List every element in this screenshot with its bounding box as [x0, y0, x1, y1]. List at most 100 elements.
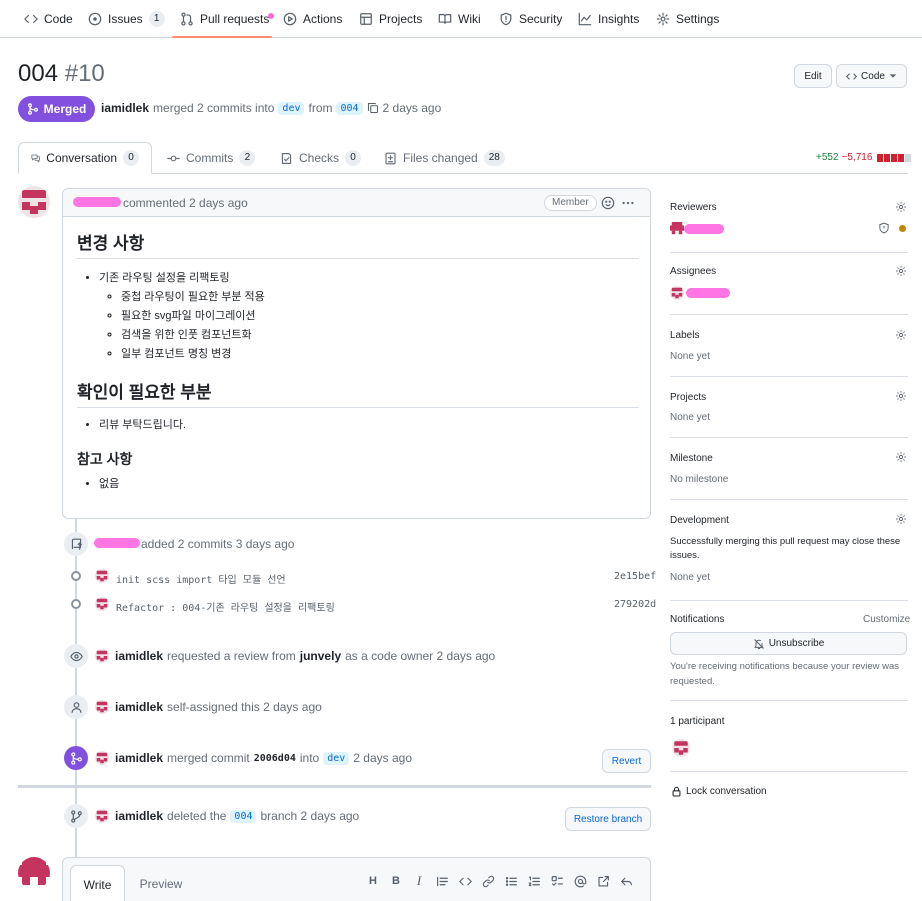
comment-header: commented 2 days ago Member	[63, 189, 650, 217]
gear-icon[interactable]	[895, 390, 907, 402]
repo-push-icon	[71, 538, 82, 550]
nav-pull-requests[interactable]: Pull requests	[180, 9, 269, 29]
code-icon	[24, 14, 38, 24]
gear-icon[interactable]	[895, 201, 907, 213]
nav-settings[interactable]: Settings	[656, 9, 719, 29]
caret-down-icon	[889, 74, 897, 78]
avatar[interactable]	[18, 857, 50, 889]
unordered-list-icon[interactable]	[504, 874, 518, 888]
revert-button[interactable]: Revert	[602, 749, 651, 773]
base-branch[interactable]: dev	[278, 101, 305, 115]
person-icon	[70, 701, 82, 713]
edit-button[interactable]: Edit	[794, 64, 832, 88]
sidebar-development: Development Successfully merging this pu…	[670, 500, 908, 601]
commit-sha[interactable]: 279202d	[614, 599, 656, 610]
avatar[interactable]	[95, 569, 109, 583]
commit-icon	[167, 155, 180, 161]
pull-request-icon	[181, 12, 193, 26]
tab-write[interactable]: Write	[70, 865, 125, 901]
italic-icon[interactable]: I	[412, 873, 426, 888]
avatar[interactable]	[670, 222, 684, 236]
avatar[interactable]	[672, 739, 690, 757]
file-diff-icon	[385, 152, 396, 164]
nav-issues[interactable]: Issues 1	[88, 9, 165, 29]
nav-code[interactable]: Code	[24, 9, 73, 29]
timeline-badge	[64, 644, 88, 668]
commit-sha[interactable]: 2e15bef	[614, 571, 656, 582]
avatar[interactable]	[95, 751, 109, 765]
commit-dot	[71, 571, 81, 581]
avatar[interactable]	[95, 597, 109, 611]
nav-security[interactable]: Security	[499, 9, 562, 29]
gear-icon[interactable]	[895, 451, 907, 463]
head-branch[interactable]: 004	[336, 101, 363, 115]
bell-slash-icon	[753, 638, 764, 649]
avatar[interactable]	[95, 809, 109, 823]
diffstat-bars	[877, 153, 912, 162]
git-branch-icon	[70, 809, 82, 823]
pr-meta: iamidlek merged 2 commits into dev from …	[101, 101, 442, 115]
nav-actions[interactable]: Actions	[283, 9, 342, 29]
gear-icon[interactable]	[895, 513, 907, 525]
smiley-icon[interactable]	[601, 196, 615, 210]
commits-event: added 2 commits 3 days ago	[141, 537, 295, 551]
mention-icon[interactable]	[573, 874, 587, 888]
heading-icon[interactable]: H	[366, 874, 380, 888]
nav-projects[interactable]: Projects	[359, 9, 422, 29]
link-icon[interactable]	[481, 874, 495, 888]
merge-icon	[70, 751, 82, 765]
commit-message[interactable]: init scss import 타입 모듈 선언	[116, 571, 286, 586]
commit-message[interactable]: Refactor : 004-기존 라우팅 설정을 리팩토링	[116, 599, 335, 614]
notification-dot	[268, 13, 274, 19]
ordered-list-icon[interactable]	[527, 874, 541, 888]
timeline-badge	[64, 804, 88, 828]
copy-icon[interactable]	[367, 102, 379, 114]
heading-changes: 변경 사항	[77, 229, 639, 259]
tasklist-icon[interactable]	[550, 874, 564, 888]
bold-icon[interactable]: B	[389, 874, 403, 888]
author-link[interactable]: iamidlek	[101, 101, 149, 115]
repo-nav: Code Issues 1 Pull requests Actions Proj…	[0, 0, 922, 38]
tab-files-changed[interactable]: Files changed 28	[384, 142, 505, 174]
merge-separator	[18, 785, 651, 788]
sidebar-labels: Labels None yet	[670, 315, 908, 377]
sidebar-reviewers: Reviewers	[670, 190, 908, 253]
gear-icon[interactable]	[895, 265, 907, 277]
avatar[interactable]	[670, 286, 684, 300]
tab-commits[interactable]: Commits 2	[167, 142, 256, 174]
lock-icon	[672, 786, 681, 797]
kebab-horizontal-icon[interactable]	[621, 196, 635, 210]
sidebar-notifications: Notifications Customize Unsubscribe You'…	[670, 601, 910, 701]
code-dropdown-button[interactable]: Code	[836, 64, 907, 88]
issue-icon	[88, 12, 102, 26]
customize-link[interactable]: Customize	[863, 614, 910, 625]
nav-insights[interactable]: Insights	[578, 9, 639, 29]
list-item: 필요한 svg파일 마이그레이션	[121, 307, 639, 326]
tab-checks[interactable]: Checks 0	[280, 142, 362, 174]
list-item: 중첩 라우팅이 필요한 부분 적용	[121, 288, 639, 307]
lock-conversation-link[interactable]: Lock conversation	[671, 786, 767, 797]
restore-branch-button[interactable]: Restore branch	[565, 807, 651, 831]
avatar[interactable]	[18, 186, 50, 218]
tab-conversation[interactable]: Conversation 0	[18, 142, 152, 174]
unsubscribe-button[interactable]: Unsubscribe	[670, 632, 907, 655]
heading-refs: 참고 사항	[77, 451, 133, 467]
avatar[interactable]	[95, 649, 109, 663]
timeline-badge	[64, 695, 88, 719]
nav-wiki[interactable]: Wiki	[438, 9, 481, 29]
cross-reference-icon[interactable]	[596, 874, 610, 888]
nav-active-indicator	[172, 36, 272, 38]
timeline-badge	[64, 532, 88, 556]
avatar[interactable]	[95, 700, 109, 714]
delete-branch-event: iamidlek deleted the 004 branch 2 days a…	[115, 809, 360, 823]
diffstat: +552 −5,716	[816, 152, 912, 163]
tab-preview[interactable]: Preview	[131, 865, 191, 901]
table-icon	[360, 13, 372, 25]
sidebar-projects: Projects None yet	[670, 377, 908, 438]
checklist-icon	[281, 152, 292, 164]
quote-icon[interactable]	[435, 874, 449, 888]
list-item: 없음	[99, 475, 639, 494]
code-icon[interactable]	[458, 874, 472, 888]
reply-icon[interactable]	[619, 874, 633, 888]
gear-icon[interactable]	[895, 329, 907, 341]
